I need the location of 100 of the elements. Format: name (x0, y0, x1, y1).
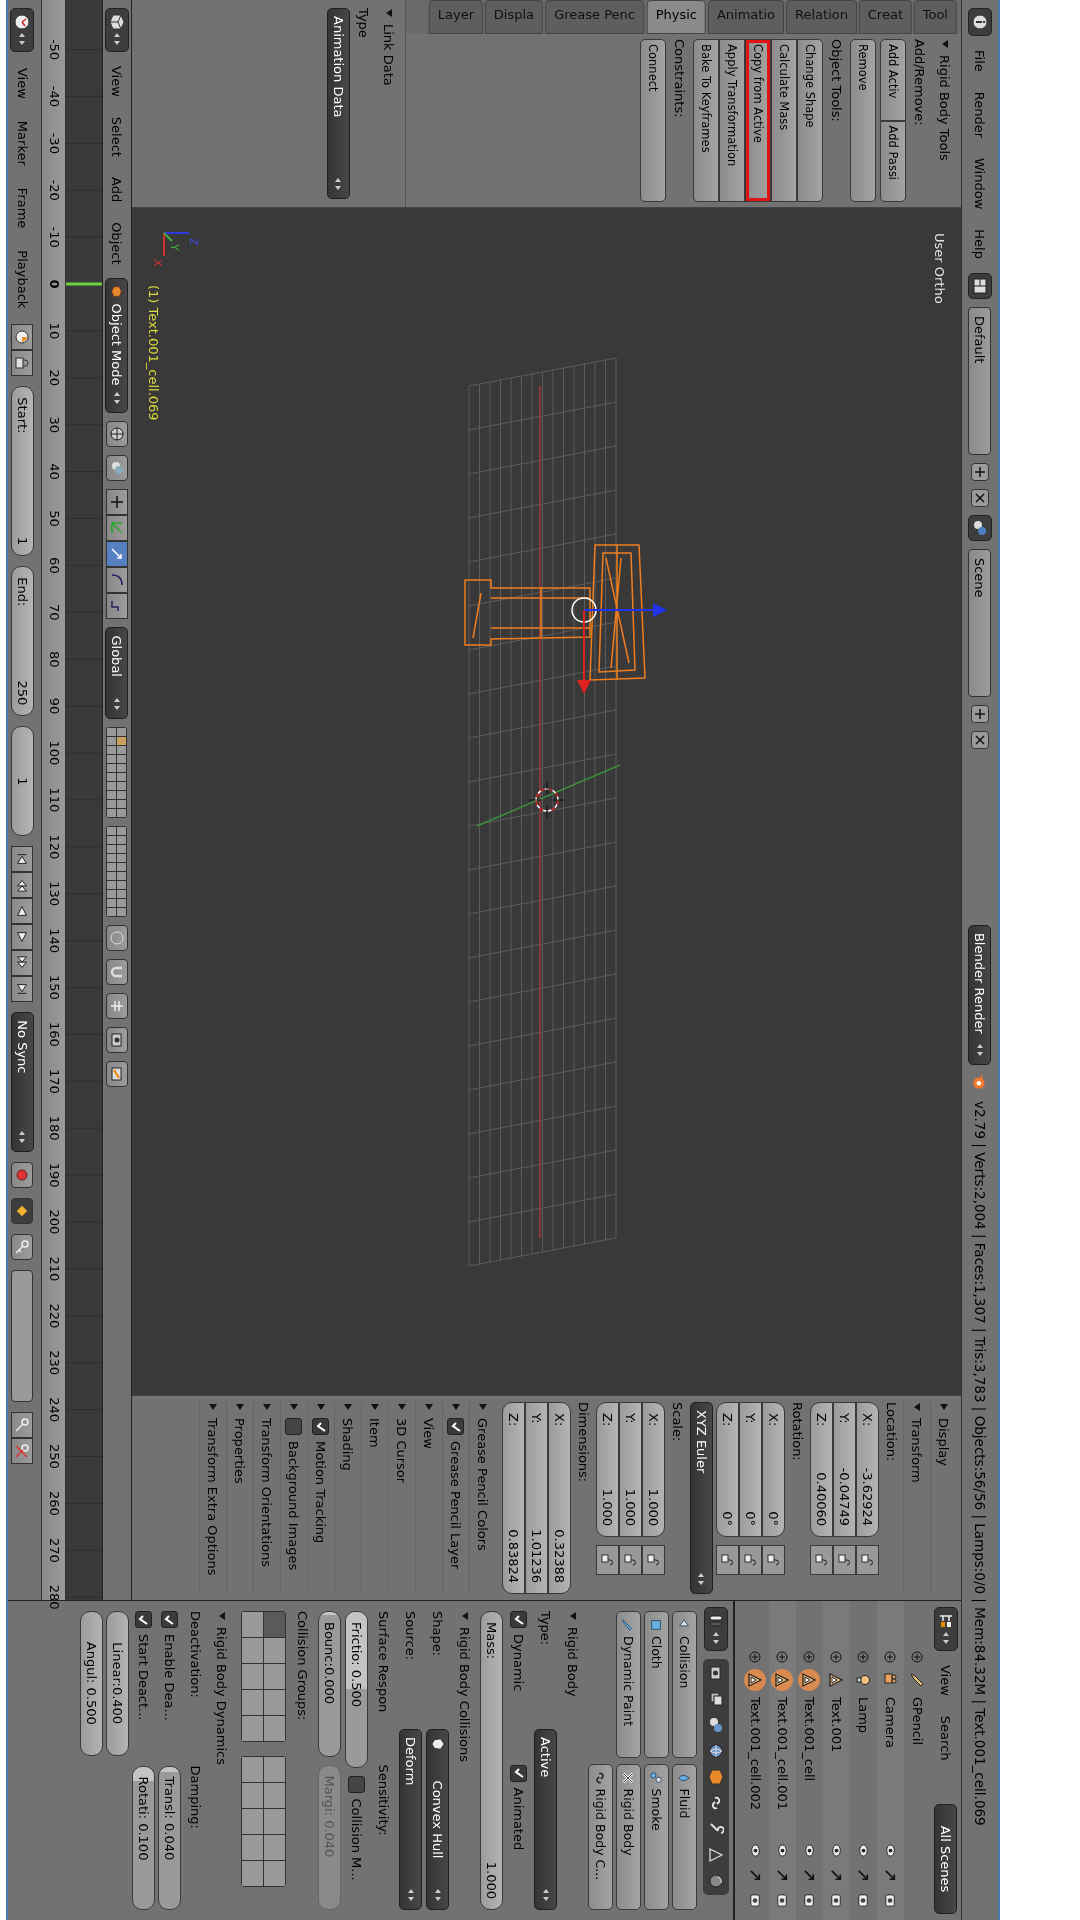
disclosure-triangle-icon[interactable] (235, 1402, 245, 1412)
menu-item[interactable]: View (938, 1659, 954, 1702)
cursor-arrow-icon[interactable] (829, 1868, 844, 1883)
eye-icon[interactable] (829, 1843, 844, 1858)
disclosure-triangle-icon[interactable] (397, 1402, 407, 1412)
menu-item[interactable]: Render (972, 85, 988, 145)
collision-group-toggle[interactable] (264, 1809, 285, 1834)
type-dropdown[interactable]: Animation Data (327, 8, 350, 199)
menu-item[interactable]: Search (938, 1709, 954, 1767)
playhead-line[interactable] (65, 282, 102, 286)
angular-threshold-field[interactable]: Angul: 0.500 (80, 1611, 103, 1756)
scale-icon[interactable] (105, 593, 128, 620)
expand-icon[interactable] (749, 1651, 762, 1663)
jump-to-end-icon[interactable] (11, 976, 34, 1003)
physics-button[interactable]: Rigid Body (616, 1763, 641, 1910)
collision-group-toggle[interactable] (264, 1612, 285, 1637)
expand-icon[interactable] (911, 1651, 924, 1663)
linear-threshold-field[interactable]: Linear:0.400 (106, 1611, 129, 1756)
viewport-shading-button[interactable] (105, 421, 128, 448)
scene-icon[interactable] (968, 514, 992, 541)
editor-type-button[interactable] (934, 1607, 958, 1651)
menu-item[interactable]: Object (109, 216, 125, 271)
disclosure-triangle-icon[interactable] (262, 1402, 272, 1412)
eye-icon[interactable] (775, 1843, 790, 1858)
outliner-item-name[interactable]: Camera (883, 1697, 898, 1749)
disclosure-triangle-icon[interactable] (451, 1402, 461, 1412)
physics-button[interactable]: Smoke (644, 1763, 669, 1910)
outliner-item-name[interactable]: Lamp (856, 1697, 871, 1734)
collision-group-toggle[interactable] (242, 1638, 263, 1663)
scene-field[interactable]: Scene (968, 548, 992, 697)
lock-icon[interactable] (619, 1545, 642, 1575)
eye-icon[interactable] (883, 1843, 898, 1858)
magnet-icon[interactable] (105, 959, 128, 986)
checkbox[interactable] (510, 1764, 528, 1782)
tool-button[interactable]: Add Activ (880, 39, 906, 121)
start-frame-field[interactable]: Start: 1 (10, 386, 34, 557)
disclosure-triangle-icon[interactable] (217, 1611, 227, 1621)
disclosure-triangle-icon[interactable] (939, 1402, 949, 1412)
disclosure-triangle-icon[interactable] (568, 1611, 578, 1621)
checkbox[interactable] (161, 1611, 178, 1628)
menu-item[interactable]: View (14, 62, 30, 105)
expand-icon[interactable] (857, 1651, 870, 1663)
previous-keyframe-icon[interactable] (11, 872, 34, 899)
number-field[interactable]: X: 1.000 (642, 1402, 665, 1537)
record-button[interactable] (11, 1162, 34, 1189)
shape-dropdown[interactable]: Convex Hull (426, 1729, 450, 1910)
checkbox[interactable] (447, 1418, 465, 1435)
disclosure-triangle-icon[interactable] (343, 1402, 353, 1412)
pivot-point-button[interactable] (105, 455, 128, 482)
checkbox[interactable] (285, 1418, 303, 1435)
orientation-dropdown[interactable]: Global (105, 627, 129, 720)
cursor-arrow-icon[interactable] (802, 1868, 817, 1883)
number-field[interactable]: Z: 1.000 (596, 1402, 619, 1537)
number-field[interactable]: Y: 0° (739, 1402, 762, 1537)
number-field[interactable]: Y: 1.000 (619, 1402, 642, 1537)
keying-set-field[interactable] (11, 1270, 34, 1403)
layer-grid[interactable] (106, 826, 128, 918)
tool-button[interactable]: Bake To Keyframes (693, 39, 719, 202)
eye-icon[interactable] (748, 1843, 763, 1858)
editor-type-button[interactable] (104, 8, 129, 52)
disclosure-triangle-icon[interactable] (289, 1402, 299, 1412)
expand-icon[interactable] (803, 1651, 816, 1663)
play-reverse-icon[interactable] (11, 898, 34, 925)
expand-icon[interactable] (776, 1651, 789, 1663)
number-field[interactable]: Z: 0.83824 (502, 1402, 525, 1594)
lock-icon[interactable] (833, 1545, 856, 1575)
number-field[interactable]: Y: 1.01236 (525, 1402, 548, 1594)
collision-group-toggle[interactable] (242, 1757, 263, 1782)
disclosure-triangle-icon[interactable] (940, 39, 950, 49)
manipulator-toggle-button[interactable] (105, 489, 128, 516)
expand-icon[interactable] (884, 1651, 897, 1663)
type-dropdown[interactable]: Active (534, 1729, 558, 1910)
cursor-arrow-icon[interactable] (748, 1868, 763, 1883)
checkbox[interactable] (510, 1611, 528, 1628)
number-field[interactable]: Z: 0° (716, 1402, 739, 1537)
disclosure-triangle-icon[interactable] (208, 1402, 218, 1412)
mass-field[interactable]: Mass: 1.000 (480, 1611, 504, 1910)
lock-icon[interactable] (11, 350, 34, 377)
camera-icon[interactable] (829, 1893, 844, 1908)
camera-icon[interactable] (883, 1893, 898, 1908)
lock-icon[interactable] (856, 1545, 879, 1575)
source-dropdown[interactable]: Deform (399, 1729, 423, 1910)
camera-icon[interactable] (105, 1061, 128, 1088)
collision-group-toggle[interactable] (264, 1716, 285, 1741)
eye-icon[interactable] (856, 1843, 871, 1858)
add-icon[interactable] (971, 462, 989, 481)
menu-item[interactable]: Marker (14, 114, 30, 172)
cursor-arrow-icon[interactable] (856, 1868, 871, 1883)
outliner-item-name[interactable]: Text.001 (829, 1697, 844, 1753)
number-field[interactable]: X: -3.62924 (856, 1402, 879, 1537)
friction-slider[interactable]: Frictio: 0.500 (345, 1611, 369, 1768)
key-icon[interactable] (11, 1234, 34, 1261)
camera-icon[interactable] (748, 1893, 763, 1908)
render-icon[interactable] (105, 1027, 128, 1054)
collision-group-toggle[interactable] (242, 1690, 263, 1715)
collision-group-toggle[interactable] (242, 1664, 263, 1689)
menu-item[interactable]: Select (109, 110, 125, 163)
tool-button[interactable]: Add Passi (880, 120, 906, 202)
collision-group-toggle[interactable] (264, 1638, 285, 1663)
delete-key-icon[interactable] (11, 1438, 34, 1465)
